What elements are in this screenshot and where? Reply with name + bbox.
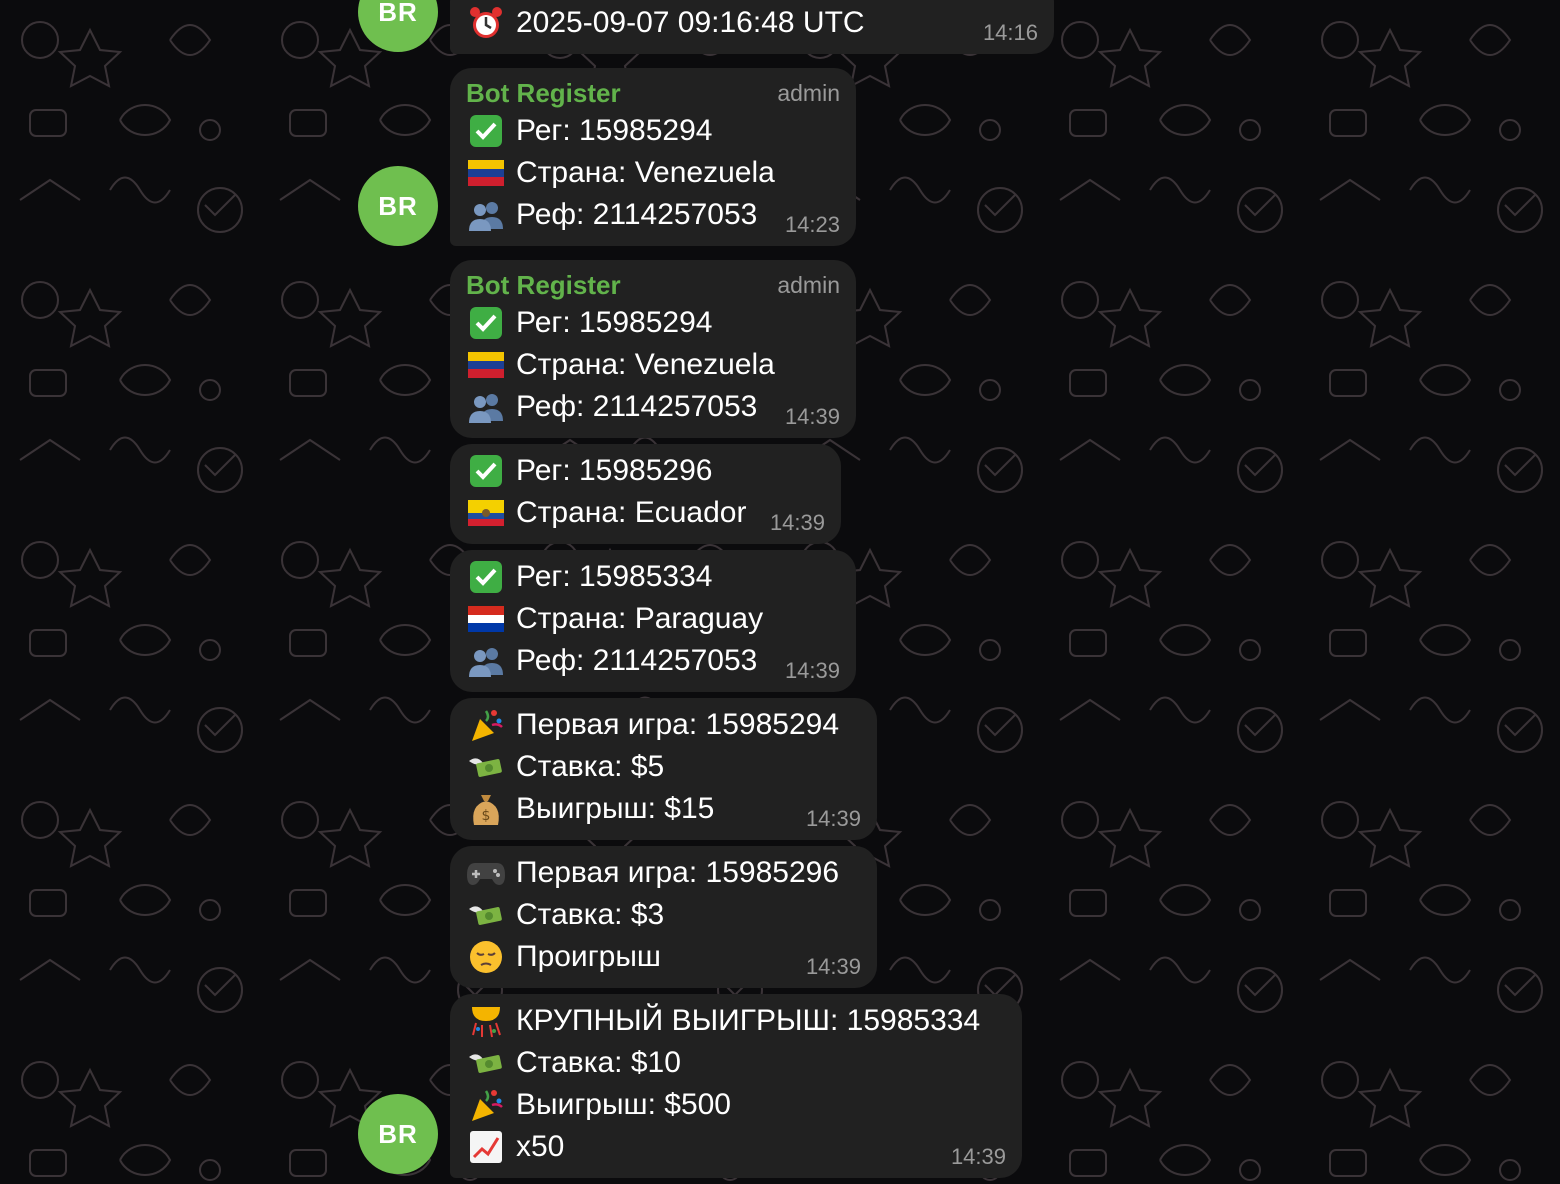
message-line: Страна: Venezuela xyxy=(466,152,775,194)
message-bubble[interactable]: Рег: 15985296 Страна: Ecuador 14:39 xyxy=(450,444,841,544)
message-line: КРУПНЫЙ ВЫИГРЫШ: 15985334 xyxy=(466,1000,980,1042)
message-line: Рег: 15985296 xyxy=(466,450,712,492)
message-time: 14:23 xyxy=(784,212,840,237)
message-line: Рег: 15985334 xyxy=(466,556,712,598)
sender-name[interactable]: Bot Register xyxy=(466,270,621,301)
venezuela-flag-icon xyxy=(466,153,506,193)
message-line: Ставка: $10 xyxy=(466,1042,681,1084)
message-line: Ставка: $5 xyxy=(466,746,664,788)
money-bag-icon: $ xyxy=(466,789,506,829)
message-bubble[interactable]: КРУПНЫЙ ВЫИГРЫШ: 15985334 Ставка: $10 Вы… xyxy=(450,994,1022,1178)
message-line: $ Выигрыш: $15 xyxy=(466,788,714,830)
message-line: Реф: 2114257053 xyxy=(466,640,757,682)
message-line: Страна: Venezuela xyxy=(466,344,775,386)
message-time: 14:39 xyxy=(769,510,825,535)
message-line: Проигрыш xyxy=(466,936,661,978)
message-line: Первая игра: 15985294 xyxy=(466,704,839,746)
svg-text:$: $ xyxy=(482,808,491,824)
message-line: Реф: 2114257053 xyxy=(466,194,757,236)
confetti-ball-icon xyxy=(466,1001,506,1041)
message-time: 14:39 xyxy=(805,954,861,979)
people-icon xyxy=(466,195,506,235)
chart-increasing-icon xyxy=(466,1127,506,1167)
message-time: 14:39 xyxy=(805,806,861,831)
message-time: 14:39 xyxy=(784,658,840,683)
people-icon xyxy=(466,387,506,427)
message-time: 14:39 xyxy=(784,404,840,429)
message-line: Рег: 15985294 xyxy=(466,110,712,152)
check-mark-icon xyxy=(466,451,506,491)
party-popper-icon xyxy=(466,705,506,745)
message-line: Реф: 2114257053 xyxy=(466,386,757,428)
money-wings-icon xyxy=(466,747,506,787)
message-bubble[interactable]: Рег: 15985334 Страна: Paraguay Реф: 2114… xyxy=(450,550,856,692)
message-bubble[interactable]: Bot Register admin Рег: 15985294 Страна:… xyxy=(450,68,856,246)
sender-role-badge: admin xyxy=(777,80,840,106)
money-wings-icon xyxy=(466,895,506,935)
check-mark-icon xyxy=(466,111,506,151)
money-wings-icon xyxy=(466,1043,506,1083)
people-icon xyxy=(466,641,506,681)
ecuador-flag-icon xyxy=(466,493,506,533)
message-line: Страна: Ecuador xyxy=(466,492,746,534)
message-line: Выигрыш: $500 xyxy=(466,1084,731,1126)
message-bubble[interactable]: Первая игра: 15985296 Ставка: $3 Проигры… xyxy=(450,846,877,988)
pensive-face-icon xyxy=(466,937,506,977)
message-time: 14:16 xyxy=(982,20,1038,45)
avatar[interactable]: BR xyxy=(358,1094,438,1174)
sender-role-badge: admin xyxy=(777,272,840,298)
message-bubble[interactable]: 2025-09-07 09:16:48 UTC 14:16 xyxy=(450,0,1054,54)
check-mark-icon xyxy=(466,303,506,343)
message-line: Рег: 15985294 xyxy=(466,302,712,344)
alarm-clock-icon xyxy=(466,3,506,43)
venezuela-flag-icon xyxy=(466,345,506,385)
message-bubble[interactable]: Первая игра: 15985294 Ставка: $5 $ Выигр… xyxy=(450,698,877,840)
game-controller-icon xyxy=(466,853,506,893)
message-time: 14:39 xyxy=(950,1144,1006,1169)
message-line: Первая игра: 15985296 xyxy=(466,852,839,894)
paraguay-flag-icon xyxy=(466,599,506,639)
party-popper-icon xyxy=(466,1085,506,1125)
message-line: 2025-09-07 09:16:48 UTC xyxy=(466,2,865,44)
check-mark-icon xyxy=(466,557,506,597)
avatar[interactable]: BR xyxy=(358,166,438,246)
message-line: Ставка: $3 xyxy=(466,894,664,936)
sender-name[interactable]: Bot Register xyxy=(466,78,621,109)
message-line: Страна: Paraguay xyxy=(466,598,763,640)
message-line: x50 xyxy=(466,1126,564,1168)
message-bubble[interactable]: Bot Register admin Рег: 15985294 Страна:… xyxy=(450,260,856,438)
